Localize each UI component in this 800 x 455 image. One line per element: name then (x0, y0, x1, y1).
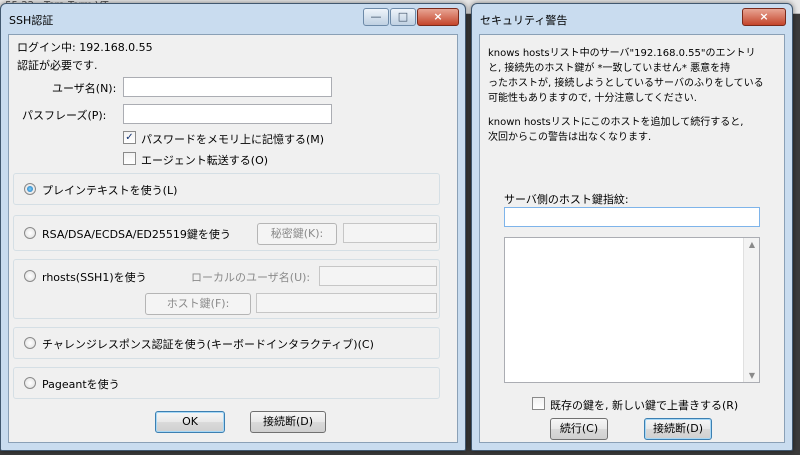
ssh-auth-title: SSH認証 (9, 14, 54, 27)
challenge-response-group: チャレンジレスポンス認証を使う(キーボードインタラクティブ)(C) (13, 327, 440, 359)
pageant-group: Pageantを使う (13, 367, 440, 399)
security-warning-title: セキュリティ警告 (480, 14, 568, 27)
warning-line-1: knows hostsリスト中のサーバ"192.168.0.55"のエントリ (488, 48, 756, 59)
plaintext-group: プレインテキストを使う(L) (13, 173, 440, 205)
ssh-auth-titlebar[interactable]: SSH認証 — □ × (1, 4, 465, 32)
ssh-auth-client-area: ログイン中: 192.168.0.55 認証が必要です. ユーザ名(N): パス… (8, 34, 458, 443)
ok-button[interactable]: OK (155, 411, 225, 433)
local-user-label: ローカルのユーザ名(U): (191, 271, 311, 284)
overwrite-key-label[interactable]: 既存の鍵を, 新しい鍵で上書きする(R) (550, 397, 738, 413)
fingerprint-field[interactable] (504, 207, 760, 227)
private-key-button[interactable]: 秘密鍵(K): (257, 223, 337, 245)
challenge-response-label[interactable]: チャレンジレスポンス認証を使う(キーボードインタラクティブ)(C) (42, 336, 374, 352)
auth-required-text: 認証が必要です. (17, 59, 98, 72)
ssh-auth-dialog: SSH認証 — □ × ログイン中: 192.168.0.55 認証が必要です.… (0, 3, 466, 451)
pageant-label[interactable]: Pageantを使う (42, 376, 120, 392)
scroll-down-arrow-icon[interactable]: ▼ (744, 371, 760, 380)
rsa-key-label[interactable]: RSA/DSA/ECDSA/ED25519鍵を使う (42, 226, 231, 242)
plaintext-label[interactable]: プレインテキストを使う(L) (42, 182, 177, 198)
passphrase-label: パスフレーズ(P): (22, 109, 107, 122)
question-line-1: known hostsリストにこのホストを追加して続行すると, (488, 117, 744, 128)
security-close-button[interactable]: × (742, 8, 786, 26)
scroll-up-arrow-icon[interactable]: ▲ (744, 240, 760, 249)
pageant-radio[interactable] (24, 377, 36, 389)
warning-line-3: ったホストが, 接続しようとしているサーバのふりをしている (488, 78, 764, 89)
remember-password-label[interactable]: パスワードをメモリ上に記憶する(M) (141, 131, 324, 147)
ssh-disconnect-button[interactable]: 接続断(D) (250, 411, 326, 433)
rhosts-label[interactable]: rhosts(SSH1)を使う (42, 269, 147, 285)
minimize-button[interactable]: — (363, 8, 389, 26)
rsa-key-radio[interactable] (24, 227, 36, 239)
close-button[interactable]: × (417, 8, 459, 26)
maximize-button[interactable]: □ (390, 8, 416, 26)
security-warning-titlebar[interactable]: セキュリティ警告 × (472, 4, 792, 32)
overwrite-key-checkbox[interactable] (532, 397, 545, 410)
private-key-field[interactable] (343, 223, 437, 243)
fingerprint-scrollbar[interactable]: ▲ ▼ (743, 238, 759, 382)
agent-forward-label[interactable]: エージェント転送する(O) (141, 152, 268, 168)
passphrase-input[interactable] (123, 104, 332, 124)
warning-line-4: 可能性もありますので, 十分注意してください. (488, 93, 697, 104)
username-input[interactable] (123, 77, 332, 97)
login-status-text: ログイン中: 192.168.0.55 (17, 41, 153, 54)
fingerprint-label: サーバ側のホスト鍵指紋: (504, 193, 629, 206)
rsa-key-group: RSA/DSA/ECDSA/ED25519鍵を使う 秘密鍵(K): (13, 215, 440, 251)
fingerprint-textarea[interactable]: ▲ ▼ (504, 237, 760, 383)
remember-password-checkbox[interactable]: ✓ (123, 131, 136, 144)
rhosts-radio[interactable] (24, 270, 36, 282)
host-key-button[interactable]: ホスト鍵(F): (145, 293, 251, 315)
rhosts-group: rhosts(SSH1)を使う ローカルのユーザ名(U): ホスト鍵(F): (13, 259, 440, 319)
security-warning-client-area: knows hostsリスト中のサーバ"192.168.0.55"のエントリ と… (479, 34, 785, 443)
agent-forward-checkbox[interactable] (123, 152, 136, 165)
question-line-2: 次回からこの警告は出なくなります. (488, 132, 652, 143)
local-user-field[interactable] (319, 266, 437, 286)
continue-button[interactable]: 続行(C) (550, 418, 608, 440)
challenge-response-radio[interactable] (24, 337, 36, 349)
security-warning-dialog: セキュリティ警告 × knows hostsリスト中のサーバ"192.168.0… (471, 3, 793, 451)
security-disconnect-button[interactable]: 接続断(D) (644, 418, 712, 440)
username-label: ユーザ名(N): (52, 82, 117, 95)
plaintext-radio[interactable] (24, 183, 36, 195)
host-key-field[interactable] (256, 293, 437, 313)
warning-line-2: と, 接続先のホスト鍵が *一致していません* 悪意を持 (488, 63, 731, 74)
